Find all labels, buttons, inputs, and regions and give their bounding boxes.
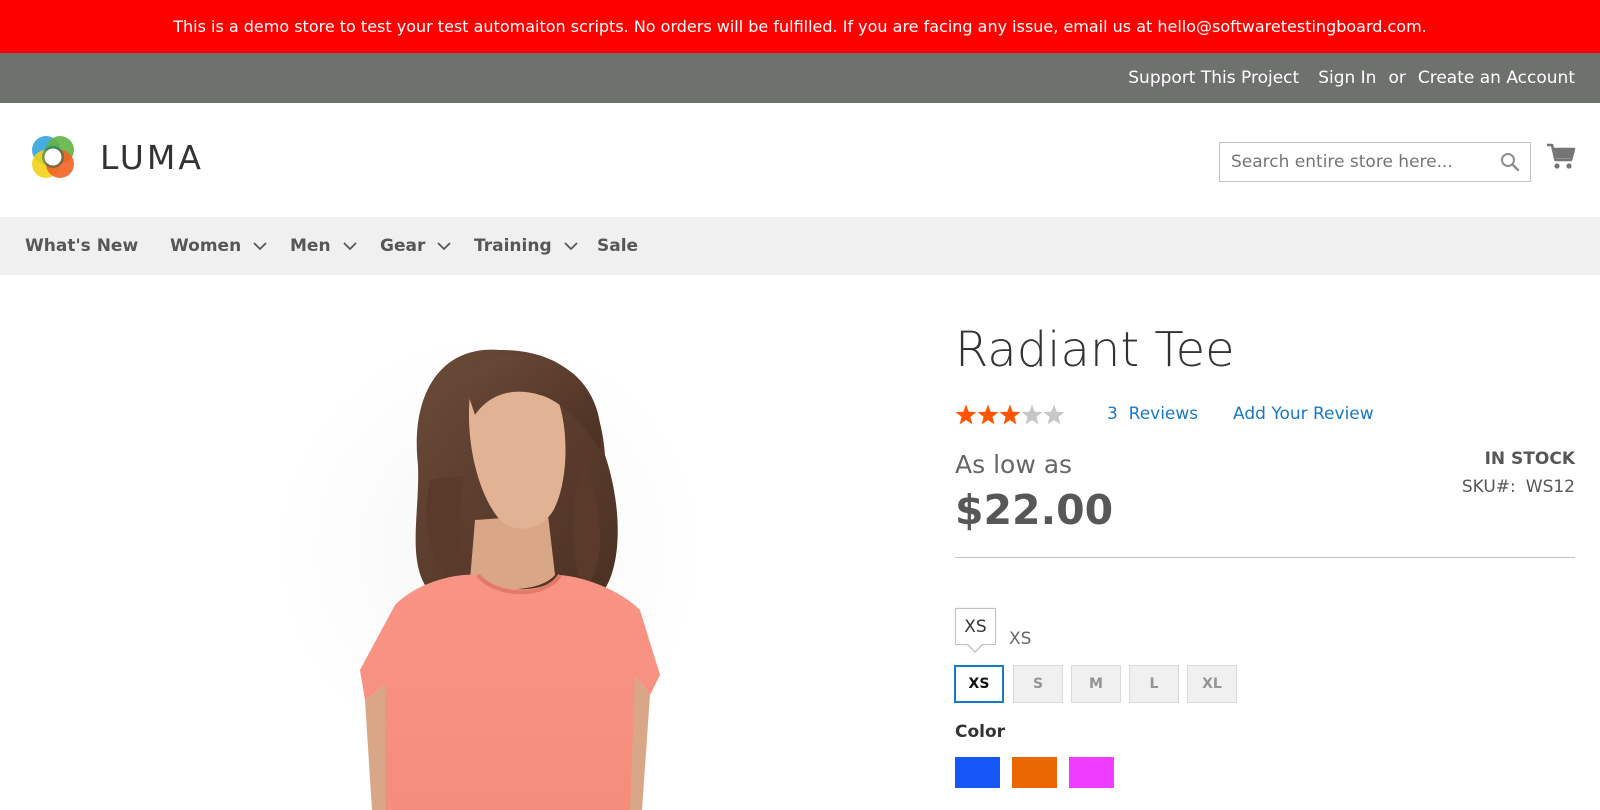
nav-item-label: Sale — [597, 236, 639, 256]
demo-banner-text: This is a demo store to test your test a… — [173, 17, 1427, 36]
site-header: LUMA — [0, 103, 1600, 217]
nav-item-label: What's New — [25, 236, 139, 256]
tooltip-arrow-inner — [967, 643, 983, 651]
divider — [955, 557, 1575, 558]
size-swatch-xs[interactable]: XS — [954, 665, 1004, 703]
color-swatch-blue[interactable] — [955, 757, 1000, 788]
product-price: $22.00 — [955, 486, 1114, 534]
nav-item-men[interactable]: Men — [290, 217, 357, 275]
size-swatch-s[interactable]: S — [1013, 665, 1063, 703]
nav-item-women[interactable]: Women — [170, 217, 267, 275]
reviews-link[interactable]: 3 Reviews — [1107, 404, 1198, 424]
nav-item-sale[interactable]: Sale — [597, 217, 638, 275]
nav-item-whats-new[interactable]: What's New — [25, 217, 138, 275]
add-review-link[interactable]: Add Your Review — [1233, 404, 1374, 424]
sku-info: SKU#: WS12 — [1462, 477, 1575, 497]
product-photo — [275, 335, 705, 810]
color-swatch-purple[interactable] — [1069, 757, 1114, 788]
nav-item-label: Training — [474, 236, 552, 256]
demo-store-banner: This is a demo store to test your test a… — [0, 0, 1600, 53]
product-title: Radiant Tee — [955, 322, 1235, 378]
shopping-cart-icon[interactable] — [1546, 141, 1576, 171]
support-project-link[interactable]: Support This Project — [1128, 68, 1299, 88]
color-label: Color — [955, 722, 1006, 742]
reviews-label: Reviews — [1128, 404, 1199, 424]
size-swatch-m[interactable]: M — [1071, 665, 1121, 703]
luma-logo-icon — [32, 136, 74, 178]
main-navigation: What's New Women Men Gear Training Sale — [0, 217, 1600, 275]
selected-size-label: XS — [1009, 629, 1032, 649]
star-icon — [955, 404, 977, 425]
nav-item-label: Women — [170, 236, 242, 256]
size-swatch-l[interactable]: L — [1129, 665, 1179, 703]
sku-value: WS12 — [1525, 477, 1575, 497]
star-icon — [1021, 404, 1043, 425]
logo-text: LUMA — [100, 137, 204, 177]
sku-label: SKU#: — [1461, 477, 1516, 497]
product-image-gallery[interactable] — [0, 275, 940, 810]
nav-item-gear[interactable]: Gear — [380, 217, 451, 275]
rating-stars — [955, 404, 1065, 425]
header-links: Support This Project Sign In or Create a… — [1128, 53, 1575, 103]
chevron-down-icon — [437, 242, 451, 251]
star-icon — [999, 404, 1021, 425]
or-separator: or — [1388, 68, 1406, 88]
create-account-link[interactable]: Create an Account — [1418, 68, 1575, 88]
panel-header: Support This Project Sign In or Create a… — [0, 53, 1600, 103]
search-icon[interactable] — [1500, 152, 1520, 172]
chevron-down-icon — [563, 242, 578, 251]
nav-item-training[interactable]: Training — [474, 217, 578, 275]
search-box — [1219, 142, 1531, 182]
chevron-down-icon — [253, 242, 267, 251]
price-prefix: As low as — [955, 450, 1073, 479]
reviews-count: 3 — [1107, 404, 1118, 424]
search-input[interactable] — [1220, 143, 1490, 181]
stock-status: IN STOCK — [1484, 449, 1575, 469]
sign-in-link[interactable]: Sign In — [1318, 68, 1376, 88]
color-swatch-orange[interactable] — [1012, 757, 1057, 788]
luma-logo-link[interactable]: LUMA — [26, 130, 204, 184]
star-icon — [1043, 404, 1065, 425]
size-tooltip: XS — [955, 608, 996, 645]
nav-item-label: Men — [290, 236, 331, 256]
star-icon — [977, 404, 999, 425]
chevron-down-icon — [342, 242, 357, 251]
nav-item-label: Gear — [380, 236, 426, 256]
size-swatch-xl[interactable]: XL — [1187, 665, 1237, 703]
